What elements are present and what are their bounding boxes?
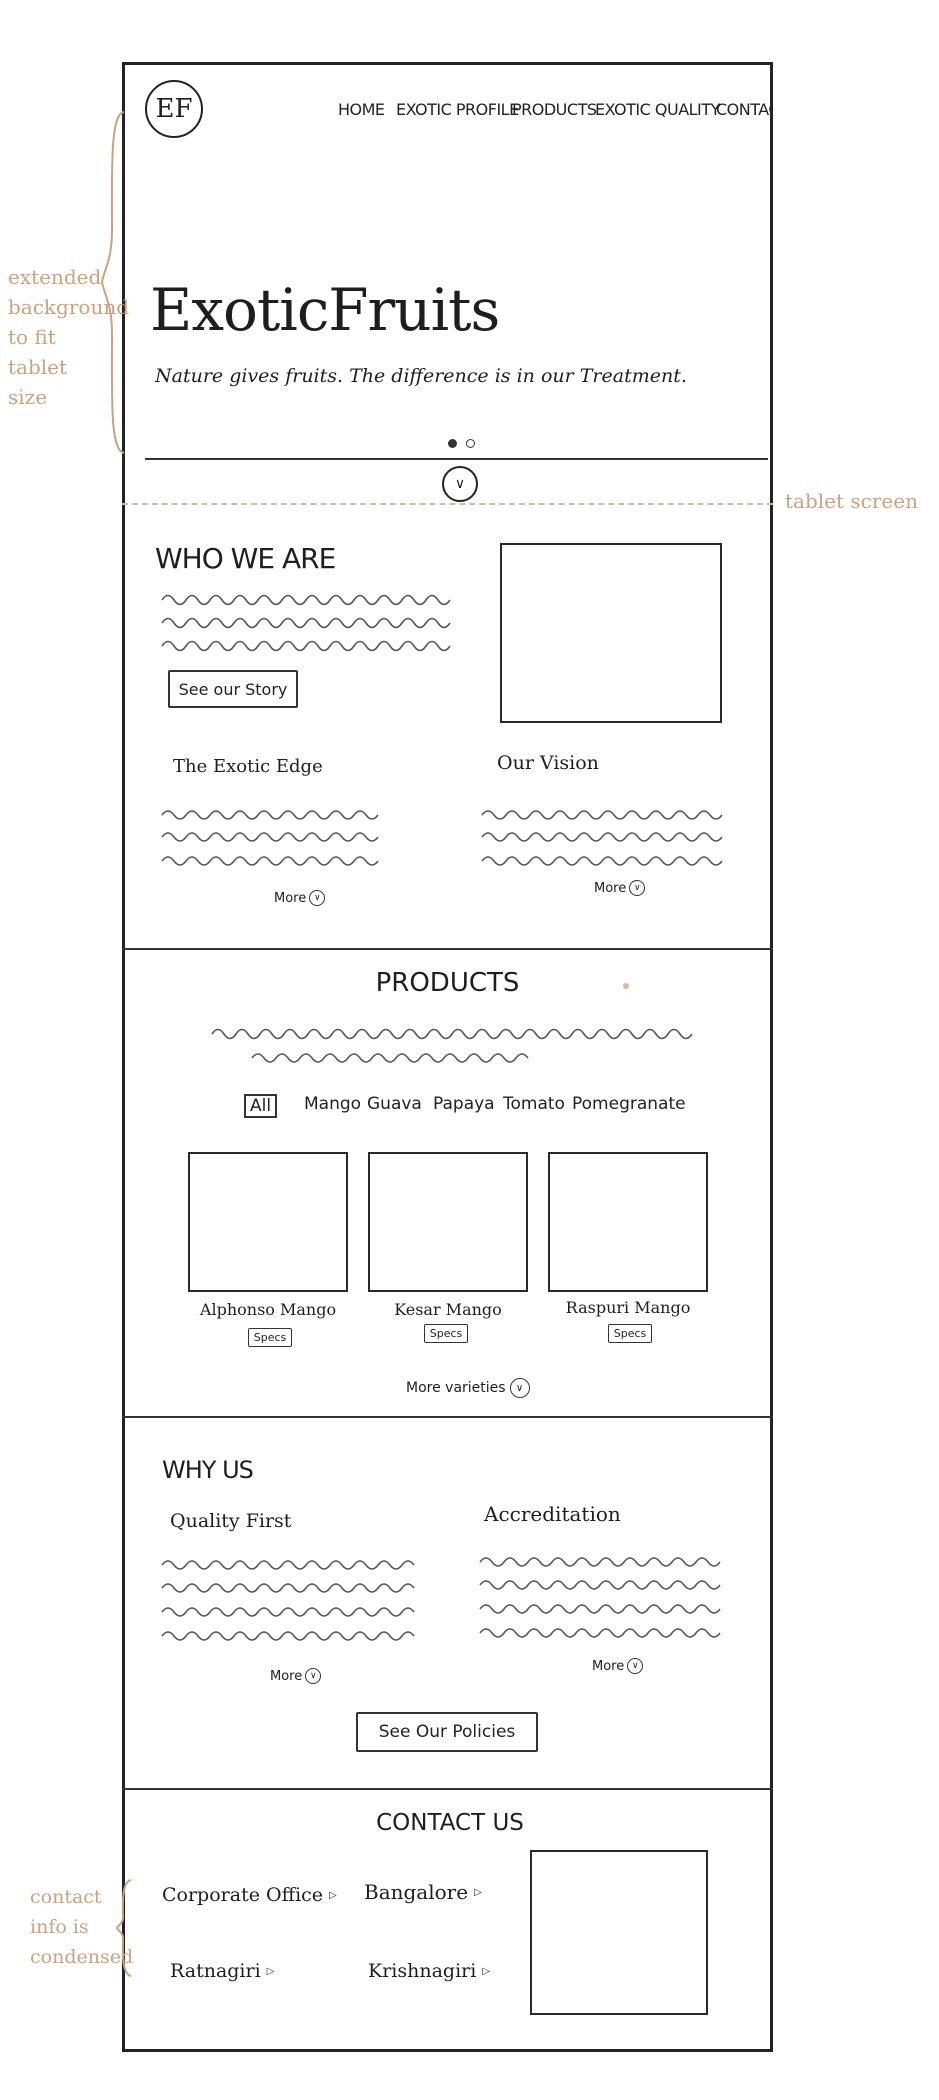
chevron-down-icon: ∨ [309, 890, 326, 906]
location-label: Bangalore [364, 1880, 469, 1904]
annotation-tablet-screen: tablet screen [785, 489, 918, 513]
product-name-kesar: Kesar Mango [394, 1300, 502, 1319]
nav-products[interactable]: PRODUCTS [512, 100, 597, 119]
more-label: More [270, 1668, 303, 1684]
quality-first-title: Quality First [170, 1510, 292, 1532]
chevron-down-icon: ∨ [509, 1378, 530, 1398]
play-icon: ▷ [482, 1965, 491, 1977]
play-icon: ▷ [266, 1965, 275, 1977]
more-label: More [594, 880, 627, 896]
hero-title: ExoticFruits [150, 276, 500, 344]
vision-more-link[interactable]: More ∨ [594, 880, 646, 896]
more-varieties-link[interactable]: More varieties ∨ [406, 1378, 530, 1398]
accreditation-more-link[interactable]: More ∨ [592, 1658, 644, 1674]
location-bangalore[interactable]: Bangalore ▷ [364, 1880, 482, 1904]
tablet-screen-line [122, 503, 773, 505]
logo[interactable]: EF [145, 80, 203, 138]
more-label: More [274, 890, 307, 906]
location-label: Corporate Office [162, 1884, 324, 1906]
quality-more-link[interactable]: More ∨ [270, 1668, 322, 1684]
filter-tomato[interactable]: Tomato [503, 1094, 565, 1114]
chevron-down-icon: ∨ [305, 1668, 322, 1684]
who-text-placeholder [161, 594, 451, 652]
who-image-placeholder [500, 543, 722, 723]
products-heading: PRODUCTS [375, 968, 520, 998]
filter-all[interactable]: All [244, 1094, 278, 1118]
nav-exotic-profile[interactable]: EXOTIC PROFILE [396, 100, 519, 119]
filter-papaya[interactable]: Papaya [433, 1094, 495, 1114]
carousel-dot[interactable] [466, 439, 475, 448]
accreditation-text-placeholder [479, 1557, 721, 1638]
nav-contact[interactable]: CONTACT [716, 100, 770, 119]
see-our-story-button[interactable]: See our Story [168, 670, 298, 708]
product-name-raspuri: Raspuri Mango [565, 1298, 691, 1317]
more-label: More [592, 1658, 625, 1674]
accreditation-title: Accreditation [484, 1502, 621, 1526]
annotation-dot [623, 983, 629, 989]
more-varieties-label: More varieties [406, 1380, 506, 1396]
exotic-edge-title: The Exotic Edge [173, 756, 323, 777]
contact-heading: CONTACT US [376, 1810, 524, 1836]
filter-mango[interactable]: Mango [304, 1094, 361, 1114]
exotic-edge-more-link[interactable]: More ∨ [274, 890, 326, 906]
exotic-edge-text-placeholder [161, 810, 379, 866]
product-image-alphonso[interactable] [188, 1152, 348, 1292]
annotation-extended: extended background to fit tablet size [8, 265, 130, 409]
section-divider [122, 1788, 773, 1790]
section-divider [122, 948, 773, 950]
who-heading: WHO WE ARE [155, 542, 336, 575]
vision-text-placeholder [481, 810, 723, 866]
location-label: Krishnagiri [368, 1960, 477, 1982]
quality-text-placeholder [161, 1560, 415, 1641]
specs-button-kesar[interactable]: Specs [424, 1324, 468, 1343]
location-corporate-office[interactable]: Corporate Office ▷ [162, 1884, 337, 1906]
specs-button-raspuri[interactable]: Specs [608, 1324, 652, 1343]
product-image-raspuri[interactable] [548, 1152, 708, 1292]
chevron-down-icon: ∨ [629, 880, 646, 896]
location-krishnagiri[interactable]: Krishnagiri ▷ [368, 1960, 490, 1982]
location-ratnagiri[interactable]: Ratnagiri ▷ [170, 1960, 274, 1982]
hero-divider [145, 458, 768, 460]
annotation-brace-extended [100, 111, 125, 454]
hero-tagline: Nature gives fruits. The difference is i… [155, 365, 687, 387]
filter-guava[interactable]: Guava [367, 1094, 422, 1114]
scroll-down-icon[interactable]: ∨ [442, 466, 478, 502]
annotation-contact: contact info is condensed [30, 1886, 134, 1968]
chevron-down-icon: ∨ [627, 1658, 644, 1674]
map-placeholder[interactable] [530, 1850, 708, 2015]
specs-button-alphonso[interactable]: Specs [248, 1328, 292, 1347]
section-divider [122, 1416, 773, 1418]
product-name-alphonso: Alphonso Mango [199, 1300, 337, 1319]
filter-pomegranate[interactable]: Pomegranate [572, 1094, 686, 1114]
nav-home[interactable]: HOME [338, 100, 385, 119]
products-text-placeholder [211, 1028, 693, 1063]
play-icon: ▷ [329, 1889, 337, 1901]
location-label: Ratnagiri [170, 1960, 261, 1982]
our-vision-title: Our Vision [497, 752, 599, 774]
carousel-dot-active[interactable] [448, 439, 457, 448]
see-our-policies-button[interactable]: See Our Policies [356, 1712, 538, 1752]
product-image-kesar[interactable] [368, 1152, 528, 1292]
nav-exotic-quality[interactable]: EXOTIC QUALITY [595, 100, 720, 119]
play-icon: ▷ [474, 1886, 482, 1898]
why-us-heading: WHY US [162, 1456, 254, 1484]
